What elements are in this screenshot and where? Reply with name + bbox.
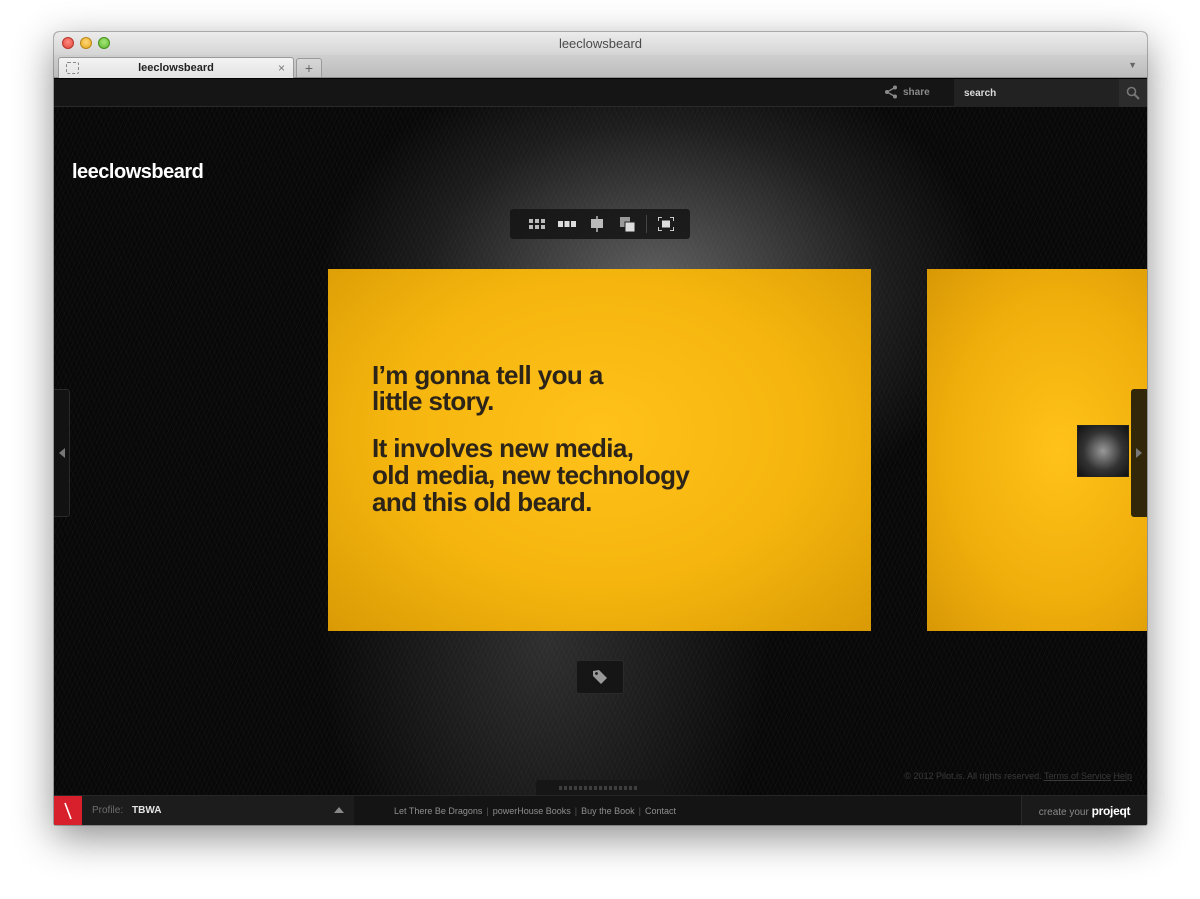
presentation-view-icon: [591, 216, 603, 232]
footer-link-powerhouse[interactable]: powerHouse Books: [493, 806, 571, 816]
chevron-left-icon: [58, 448, 65, 458]
drawer-drag-handle[interactable]: [536, 780, 662, 796]
fullscreen-icon: [658, 217, 674, 231]
copyright-text: © 2012 Pilot.is. All rights reserved.: [904, 771, 1042, 781]
create-prefix: create your: [1038, 807, 1089, 818]
site-content: share leeclowsbeard: [54, 79, 1147, 825]
tab-overflow-chevron-icon[interactable]: ▼: [1128, 60, 1137, 70]
grip-icon: [559, 786, 639, 790]
search-icon: [1126, 86, 1140, 100]
grid-view-button[interactable]: [522, 209, 552, 239]
tab-close-icon[interactable]: ×: [278, 61, 285, 75]
slide-text-line: little story.: [372, 386, 494, 416]
tab-label: leeclowsbeard: [138, 62, 214, 74]
profile-label: Profile:: [92, 805, 124, 816]
presentation-view-button[interactable]: [582, 209, 612, 239]
current-slide[interactable]: I’m gonna tell you a little story. It in…: [328, 269, 871, 631]
slide-text-line: It involves new media,: [372, 433, 634, 463]
close-window-button[interactable]: [62, 37, 74, 49]
browser-window: leeclowsbeard leeclowsbeard × + ▼ share: [54, 32, 1147, 825]
search-button[interactable]: [1119, 79, 1147, 107]
toolbar-divider: [646, 215, 647, 233]
site-topbar: share: [54, 79, 1147, 107]
stack-view-button[interactable]: [612, 209, 642, 239]
projeqt-brand: projeqt: [1091, 804, 1131, 818]
beard-thumbnail-image: [1077, 425, 1129, 477]
slash-logo-icon: [64, 802, 72, 820]
footer-link-dragons[interactable]: Let There Be Dragons: [394, 806, 482, 816]
terms-link[interactable]: Terms of Service: [1044, 771, 1111, 781]
help-link[interactable]: Help: [1113, 771, 1132, 781]
next-slide-preview[interactable]: [927, 269, 1147, 631]
chevron-right-icon: [1136, 448, 1142, 458]
new-tab-button[interactable]: +: [296, 58, 322, 77]
slide-text-line: I’m gonna tell you a: [372, 360, 603, 390]
view-toolbar: [510, 209, 690, 239]
window-title: leeclowsbeard: [558, 36, 643, 51]
share-label: share: [903, 87, 930, 98]
expand-up-icon[interactable]: [334, 807, 344, 813]
search-box: [954, 79, 1147, 107]
grid-view-icon: [529, 219, 545, 229]
profile-name: TBWA: [132, 805, 162, 816]
stack-view-icon: [619, 216, 635, 232]
search-input[interactable]: [954, 79, 1119, 107]
filmstrip-view-button[interactable]: [552, 209, 582, 239]
tags-button[interactable]: [576, 660, 624, 694]
footer-link-buy-book[interactable]: Buy the Book: [581, 806, 635, 816]
slide-text-line: and this old beard.: [372, 487, 592, 517]
tab-bar: leeclowsbeard × + ▼: [54, 55, 1147, 78]
projeqt-logo[interactable]: [54, 796, 82, 825]
copyright-note: © 2012 Pilot.is. All rights reserved. Te…: [904, 771, 1132, 781]
zoom-window-button[interactable]: [98, 37, 110, 49]
footer-links: Let There Be Dragons | powerHouse Books | Bu…: [394, 796, 676, 825]
footer-link-contact[interactable]: Contact: [645, 806, 676, 816]
link-separator: |: [574, 806, 578, 816]
profile-selector[interactable]: Profile: TBWA: [82, 796, 354, 825]
minimize-window-button[interactable]: [80, 37, 92, 49]
share-button[interactable]: share: [884, 79, 930, 107]
link-separator: |: [638, 806, 642, 816]
filmstrip-view-icon: [558, 221, 576, 227]
link-separator: |: [486, 806, 489, 816]
fullscreen-button[interactable]: [651, 209, 681, 239]
tab-leeclowsbeard[interactable]: leeclowsbeard ×: [58, 57, 294, 78]
create-your-projeqt-button[interactable]: create your projeqt: [1021, 796, 1147, 825]
tag-icon: [593, 670, 607, 684]
slide-text-line: old media, new technology: [372, 460, 690, 490]
share-icon: [885, 85, 897, 99]
next-slide-button[interactable]: [1131, 389, 1147, 517]
site-title: leeclowsbeard: [72, 161, 204, 183]
previous-slide-button[interactable]: [54, 389, 70, 517]
bottom-bar: Profile: TBWA Let There Be Dragons | power…: [54, 795, 1147, 825]
title-bar: leeclowsbeard: [54, 32, 1147, 55]
